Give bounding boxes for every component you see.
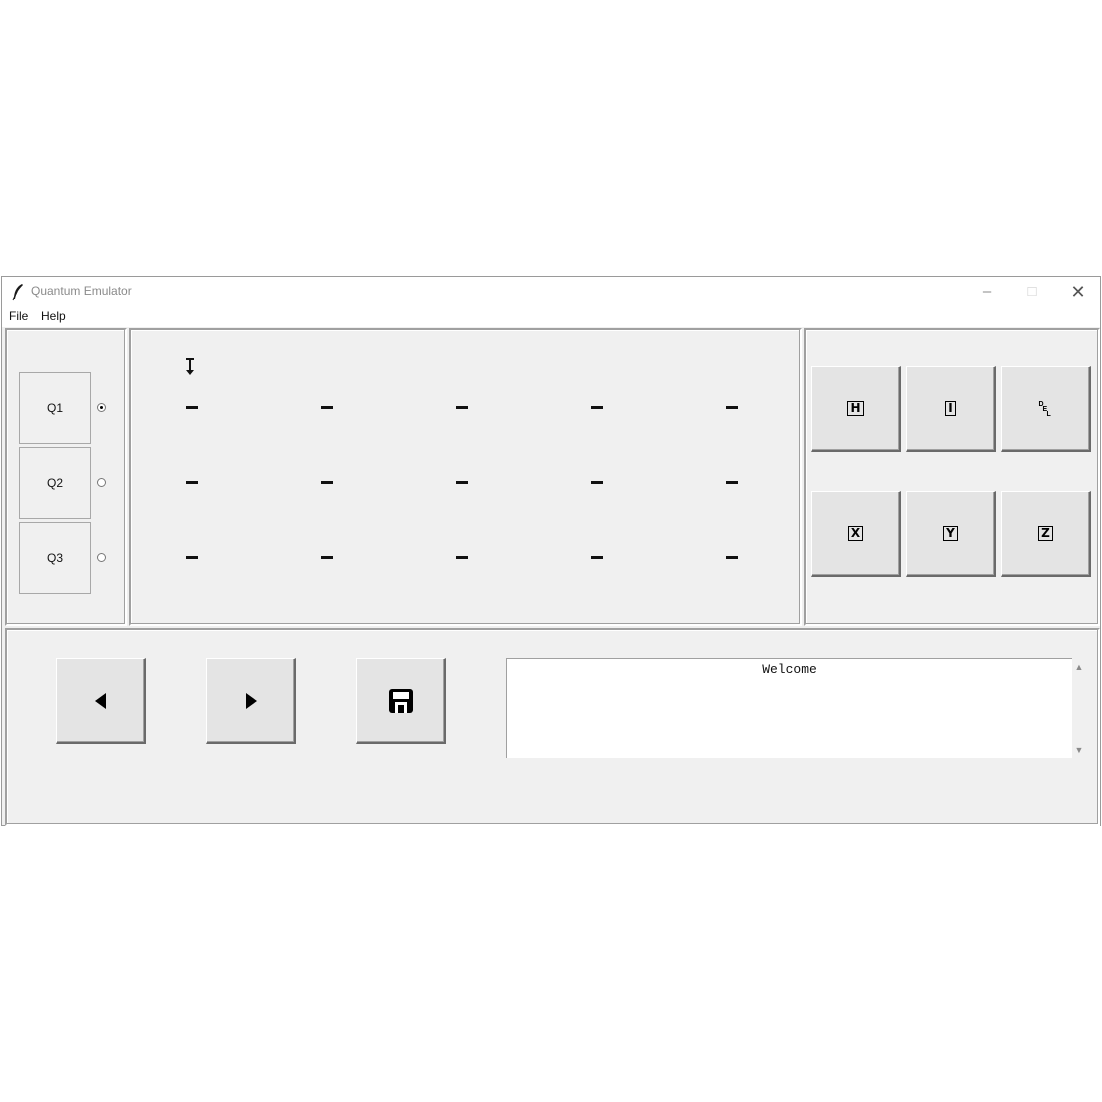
maximize-button[interactable]: □ [1017, 281, 1047, 303]
gate-z-label: Z [1038, 526, 1053, 541]
qubit-radio-q1[interactable] [97, 403, 106, 412]
gate-i-label: I [945, 401, 956, 416]
qubit-radio-q2[interactable] [97, 478, 106, 487]
circuit-cell[interactable] [726, 481, 738, 484]
menu-bar: File Help [2, 306, 1100, 327]
circuit-cell[interactable] [726, 556, 738, 559]
gate-i-button[interactable]: I [906, 366, 996, 452]
qubit-button-q2[interactable]: Q2 [19, 447, 91, 519]
gate-x-button[interactable]: X [811, 491, 901, 577]
qubit-button-q3[interactable]: Q3 [19, 522, 91, 594]
gate-h-label: H [847, 401, 864, 416]
circuit-panel [129, 328, 802, 626]
floppy-disk-icon [388, 688, 413, 713]
output-textbox[interactable]: Welcome [506, 658, 1072, 758]
title-bar: Quantum Emulator – □ ✕ [2, 277, 1100, 306]
step-cursor-icon [186, 358, 194, 375]
minimize-button[interactable]: – [972, 281, 1002, 303]
scroll-up-arrow[interactable]: ▲ [1073, 662, 1085, 672]
menu-help[interactable]: Help [41, 309, 66, 323]
save-button[interactable] [356, 658, 446, 744]
circuit-cell[interactable] [321, 406, 333, 409]
circuit-cell[interactable] [321, 481, 333, 484]
gate-h-button[interactable]: H [811, 366, 901, 452]
circuit-cell[interactable] [726, 406, 738, 409]
close-button[interactable]: ✕ [1063, 281, 1093, 303]
circuit-cell[interactable] [591, 556, 603, 559]
qubit-button-q1[interactable]: Q1 [19, 372, 91, 444]
delete-icon: DEL [1038, 400, 1051, 418]
circuit-cell[interactable] [591, 406, 603, 409]
step-forward-button[interactable] [206, 658, 296, 744]
step-back-button[interactable] [56, 658, 146, 744]
circuit-cell[interactable] [186, 481, 198, 484]
circuit-cell[interactable] [591, 481, 603, 484]
circuit-cell[interactable] [456, 406, 468, 409]
scroll-down-arrow[interactable]: ▼ [1073, 745, 1085, 755]
circuit-cell[interactable] [456, 556, 468, 559]
circuit-cell[interactable] [186, 406, 198, 409]
menu-file[interactable]: File [9, 309, 28, 323]
gate-x-label: X [847, 526, 864, 541]
feather-icon [12, 284, 23, 301]
circuit-cell[interactable] [456, 481, 468, 484]
qubit-radio-q3[interactable] [97, 553, 106, 562]
window-title: Quantum Emulator [31, 284, 132, 298]
circuit-cell[interactable] [321, 556, 333, 559]
triangle-right-icon [245, 692, 257, 709]
circuit-cell[interactable] [186, 556, 198, 559]
gate-y-button[interactable]: Y [906, 491, 996, 577]
delete-gate-button[interactable]: DEL [1001, 366, 1091, 452]
triangle-left-icon [94, 692, 106, 709]
gate-y-label: Y [943, 526, 958, 541]
gate-z-button[interactable]: Z [1001, 491, 1091, 577]
